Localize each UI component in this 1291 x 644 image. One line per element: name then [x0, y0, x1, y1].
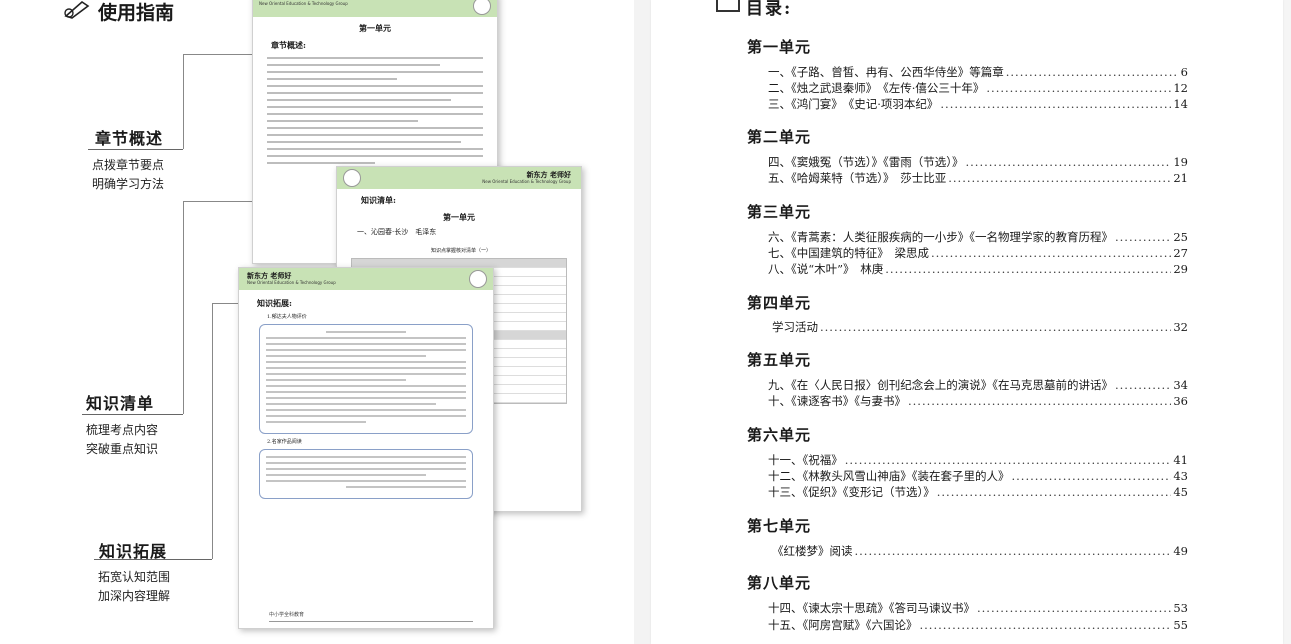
thumbnail-header: 新东方 老师好 New Oriental Education & Technol… — [239, 268, 493, 290]
toc-unit-2: 第二单元 — [747, 128, 812, 146]
list-icon — [716, 0, 740, 12]
guide-page: 使用指南 章节概述 点拨章节要点 明确学习方法 知识清单 梳理考点内容 突破重点… — [0, 0, 634, 644]
toc-entry[interactable]: 九、《在〈人民日报〉创刊纪念会上的演说》《在马克思墓前的讲话》34 — [768, 377, 1188, 393]
toc-entry[interactable]: 十五、《阿房宫赋》《六国论》55 — [768, 617, 1188, 633]
toc-entry[interactable]: 一、《子路、曾皙、冉有、公西华侍坐》等篇章6 — [768, 64, 1188, 80]
thumbnail-header: New Oriental Education & Technology Grou… — [253, 0, 497, 17]
toc-unit-3: 第三单元 — [747, 203, 812, 221]
toc-title: 目录: — [746, 0, 793, 19]
toc-unit-6: 第六单元 — [747, 426, 812, 444]
thumbnail-header: 新东方 老师好 New Oriental Education & Technol… — [337, 167, 581, 189]
brand-logo-icon — [469, 270, 487, 288]
toc-entry[interactable]: 八、《说“木叶”》 林庚29 — [768, 261, 1188, 277]
thumbnail-reading-box — [259, 449, 473, 499]
toc-entry[interactable]: 三、《鸿门宴》 《史记·项羽本纪》14 — [768, 96, 1188, 112]
divider — [88, 149, 183, 150]
brand-logo-icon — [473, 0, 491, 15]
thumbnail-expansion-page: 新东方 老师好 New Oriental Education & Technol… — [238, 267, 494, 629]
divider — [82, 414, 183, 415]
page-gap — [634, 0, 651, 644]
toc-unit-5: 第五单元 — [747, 351, 812, 369]
guide-title: 使用指南 — [98, 2, 175, 24]
section-heading-overview: 章节概述 — [95, 129, 164, 148]
section-heading-checklist: 知识清单 — [86, 394, 155, 413]
divider — [94, 559, 212, 560]
toc-entry[interactable]: 六、《青蒿素：人类征服疾病的一小步》《一名物理学家的教育历程》25 — [768, 229, 1188, 245]
thumbnail-quote-box — [259, 324, 473, 434]
thumbnail-footer-line — [269, 621, 473, 622]
toc-entry[interactable]: 四、《窦娥冤（节选）》《雷雨（节选）》19 — [768, 154, 1188, 170]
pen-icon — [64, 0, 90, 19]
toc-entry[interactable]: 十、《谏逐客书》《与妻书》36 — [768, 393, 1188, 409]
toc-entry[interactable]: 《红楼梦》阅读49 — [772, 543, 1188, 559]
thumbnail-text — [267, 57, 483, 164]
toc-unit-4: 第四单元 — [747, 294, 812, 312]
section-desc-overview: 点拨章节要点 明确学习方法 — [92, 158, 165, 191]
section-desc-expansion: 拓宽认知范围 加深内容理解 — [98, 570, 171, 603]
toc-unit-8: 第八单元 — [747, 574, 812, 592]
toc-entry[interactable]: 十二、《林教头风雪山神庙》《装在套子里的人》43 — [768, 468, 1188, 484]
toc-unit-1: 第一单元 — [747, 38, 812, 56]
section-desc-checklist: 梳理考点内容 突破重点知识 — [86, 423, 159, 456]
toc-entry[interactable]: 二、《烛之武退秦师》 《左传·僖公三十年》12 — [768, 80, 1188, 96]
toc-entry[interactable]: 学习活动32 — [772, 319, 1188, 335]
toc-unit-7: 第七单元 — [747, 517, 812, 535]
toc-entry[interactable]: 七、《中国建筑的特征》 梁思成27 — [768, 245, 1188, 261]
toc-entry[interactable]: 十三、《促织》《变形记（节选）》45 — [768, 484, 1188, 500]
document-viewer: 使用指南 章节概述 点拨章节要点 明确学习方法 知识清单 梳理考点内容 突破重点… — [0, 0, 1291, 644]
brand-logo-icon — [343, 169, 361, 187]
toc-entry[interactable]: 十四、《谏太宗十思疏》《答司马谏议书》53 — [768, 600, 1188, 616]
toc-entry[interactable]: 五、《哈姆莱特（节选）》 莎士比亚21 — [768, 170, 1188, 186]
toc-entry[interactable]: 十一、《祝福》41 — [768, 452, 1188, 468]
